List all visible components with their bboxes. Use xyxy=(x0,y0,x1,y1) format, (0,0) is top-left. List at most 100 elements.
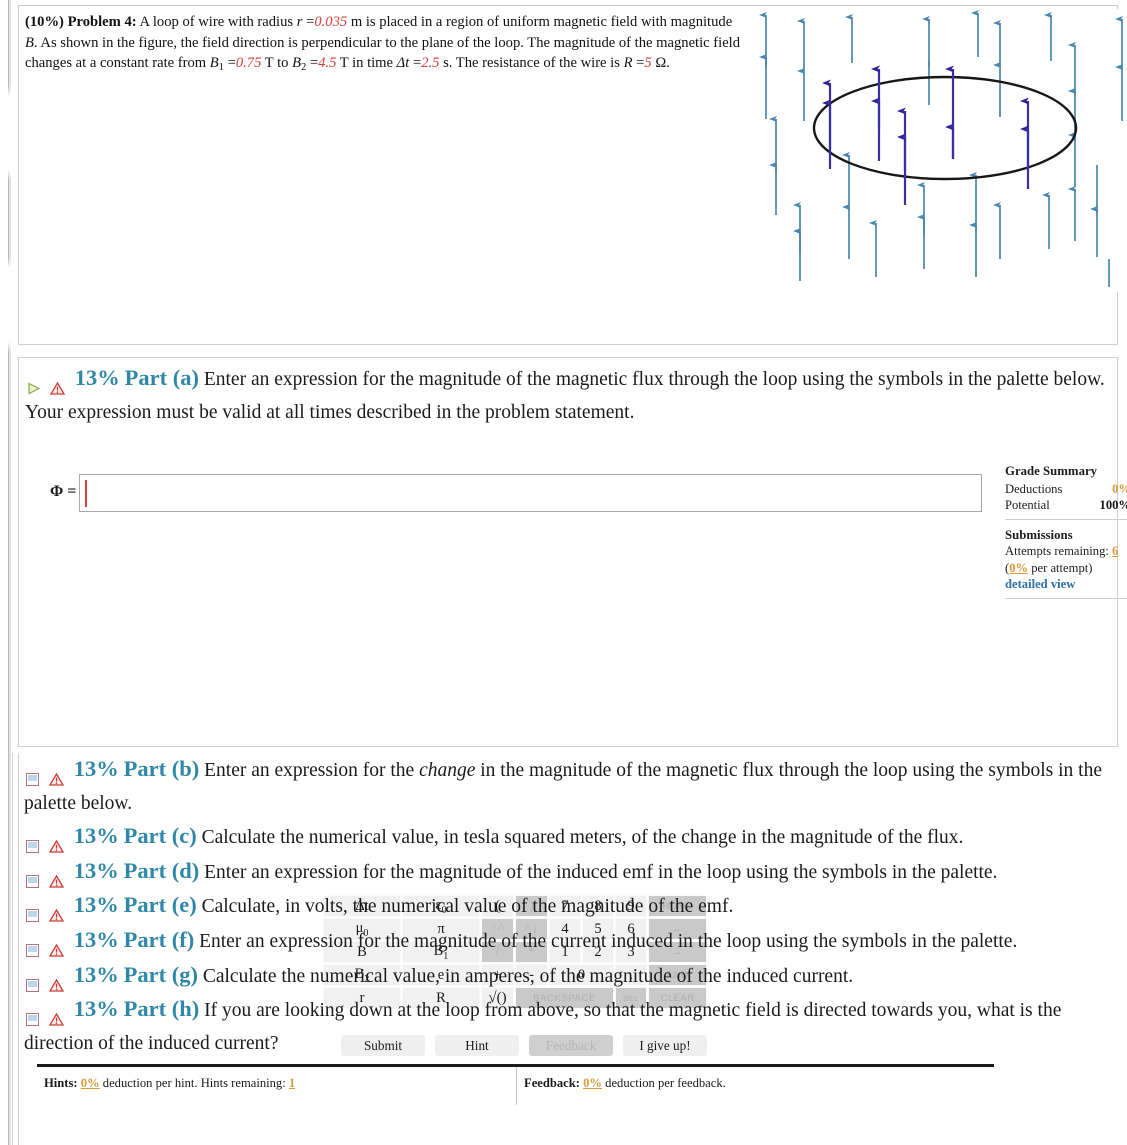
hints-remaining-value: 1 xyxy=(288,1076,296,1090)
part-f-percent: 13% xyxy=(73,926,119,952)
part-f-label: Part (f) xyxy=(123,926,195,952)
part-a-body: 13% Part (a) Enter an expression for the… xyxy=(23,362,1115,429)
parts-list: 13% Part (b) Enter an expression for the… xyxy=(18,753,1122,1060)
part-a-percent: 13% xyxy=(74,365,120,390)
detailed-view-link[interactable]: detailed view xyxy=(1005,577,1075,591)
part-f-prompt: Enter an expression for the magnitude of… xyxy=(199,930,1018,952)
attempts-remaining-row: Attempts remaining: 6 xyxy=(1005,543,1127,560)
per-attempt-row: (0% per attempt) xyxy=(1005,560,1127,577)
part-a-heading: 13% Part (a) Enter an expression for the… xyxy=(23,362,1111,429)
b1-unit: T to xyxy=(261,55,293,72)
part-h-item[interactable]: 13% Part (h) If you are looking down at … xyxy=(18,993,1122,1060)
deductions-label: Deductions xyxy=(1005,481,1063,496)
part-d-percent: 13% xyxy=(73,857,119,883)
statement-clause-1: A loop of wire with radius xyxy=(139,14,297,30)
hints-text: deduction per hint. Hints remaining: xyxy=(99,1076,286,1090)
potential-value: 100% xyxy=(1099,498,1127,512)
text-caret xyxy=(85,480,87,507)
collapsed-box-icon[interactable] xyxy=(26,971,39,992)
collapsed-box-icon[interactable] xyxy=(26,765,39,787)
collapsed-box-icon[interactable] xyxy=(26,832,39,854)
hints-deduction-percent: 0% xyxy=(80,1076,100,1090)
resistance-symbol: R xyxy=(623,55,633,72)
per-attempt-percent: 0% xyxy=(1009,560,1029,575)
delta-t-unit: s. The resistance of the wire is xyxy=(439,55,624,72)
b2-value: 4.5 xyxy=(318,55,337,72)
per-attempt-close: per attempt) xyxy=(1028,560,1093,575)
part-b-prompt-pre: Enter an expression for the xyxy=(204,760,420,781)
b1-value: 0.75 xyxy=(235,55,262,72)
statement-clause-2: m is placed in a region of uniform magne… xyxy=(347,14,733,30)
part-g-percent: 13% xyxy=(73,961,119,987)
feedback-label: Feedback: xyxy=(524,1076,580,1090)
collapsed-box-icon[interactable] xyxy=(26,1005,39,1027)
grade-summary-panel: Grade Summary Deductions 0% Potential 10… xyxy=(1005,463,1127,606)
grade-summary-title: Grade Summary xyxy=(1005,464,1098,478)
collapsed-box-icon[interactable] xyxy=(26,901,39,923)
delta-t-value: 2.5 xyxy=(421,55,440,72)
part-d-label: Part (d) xyxy=(123,857,200,883)
attempts-remaining-value: 6 xyxy=(1112,544,1119,558)
part-f-item[interactable]: 13% Part (f) Enter an expression for the… xyxy=(18,924,1122,959)
answer-label: Φ = xyxy=(50,483,77,500)
part-b-prompt-emphasis: change xyxy=(419,760,476,781)
b2-subscript: 2 xyxy=(301,62,307,74)
resistance-unit: Ω. xyxy=(651,55,670,72)
warning-triangle-icon[interactable] xyxy=(48,1005,65,1026)
potential-label: Potential xyxy=(1005,498,1050,512)
part-a-panel: 13% Part (a) Enter an expression for the… xyxy=(18,357,1127,1105)
part-g-item[interactable]: 13% Part (g) Calculate the numerical val… xyxy=(18,959,1122,994)
submissions-title: Submissions xyxy=(1005,527,1073,542)
answer-input[interactable] xyxy=(79,474,982,512)
part-h-percent: 13% xyxy=(73,996,119,1022)
part-b-percent: 13% xyxy=(73,756,119,781)
parts-list-left-border-outer xyxy=(12,753,13,1145)
hints-label: Hints: xyxy=(44,1076,78,1090)
warning-triangle-icon[interactable] xyxy=(48,832,65,853)
play-triangle-icon[interactable] xyxy=(27,374,41,395)
collapsed-box-icon[interactable] xyxy=(26,867,39,888)
part-c-percent: 13% xyxy=(73,823,119,849)
b1-symbol: B xyxy=(209,55,219,72)
problem-statement-panel: (10%) Problem 4: A loop of wire with rad… xyxy=(18,5,1127,345)
warning-triangle-icon[interactable] xyxy=(49,374,66,395)
collapsed-box-icon[interactable] xyxy=(26,936,39,957)
part-b-item[interactable]: 13% Part (b) Enter an expression for the… xyxy=(18,753,1122,820)
grade-summary-divider-2 xyxy=(1005,597,1127,599)
warning-triangle-icon[interactable] xyxy=(48,901,65,923)
b2-symbol: B xyxy=(292,55,301,72)
warning-triangle-icon[interactable] xyxy=(48,971,65,992)
warning-triangle-icon[interactable] xyxy=(48,765,65,786)
warning-triangle-icon[interactable] xyxy=(48,936,65,957)
part-c-item[interactable]: 13% Part (c) Calculate the numerical val… xyxy=(18,820,1122,855)
answer-row: Φ = xyxy=(29,470,989,516)
outer-field-arrows xyxy=(759,9,1123,287)
figure-svg xyxy=(759,9,1123,287)
field-symbol: B xyxy=(25,34,34,51)
part-d-item[interactable]: 13% Part (d) Enter an expression for the… xyxy=(18,855,1122,890)
part-e-item[interactable]: 13% Part (e) Calculate, in volts, the nu… xyxy=(18,889,1122,924)
feedback-deduction-percent: 0% xyxy=(583,1076,603,1090)
delta-t-symbol: Δt xyxy=(396,55,410,72)
part-h-label: Part (h) xyxy=(123,996,200,1022)
feedback-text: deduction per feedback. xyxy=(602,1076,726,1090)
b1-subscript: 1 xyxy=(218,62,224,74)
part-g-prompt: Calculate the numerical value, in ampere… xyxy=(202,965,854,987)
part-e-prompt: Calculate, in volts, the numerical value… xyxy=(201,896,734,918)
part-e-label: Part (e) xyxy=(123,892,197,918)
wire-loop-ellipse xyxy=(812,75,1078,181)
attempts-remaining-label: Attempts remaining: xyxy=(1005,544,1109,558)
magnetic-field-loop-figure xyxy=(754,9,1127,292)
warning-triangle-icon[interactable] xyxy=(48,867,65,888)
part-b-label: Part (b) xyxy=(123,756,200,781)
problem-weight: (10%) xyxy=(25,14,64,30)
hints-feedback-bar: Hints: 0% deduction per hint. Hints rema… xyxy=(37,1064,994,1105)
grade-row-potential: Potential 100% xyxy=(1005,497,1127,514)
radius-value: 0.035 xyxy=(314,14,348,30)
radius-equals: = xyxy=(302,14,315,30)
part-g-label: Part (g) xyxy=(123,961,198,987)
problem-title: Problem 4: xyxy=(67,14,137,30)
part-e-percent: 13% xyxy=(73,892,119,918)
problem-statement-text: (10%) Problem 4: A loop of wire with rad… xyxy=(25,14,741,74)
grade-summary-divider xyxy=(1005,518,1127,520)
